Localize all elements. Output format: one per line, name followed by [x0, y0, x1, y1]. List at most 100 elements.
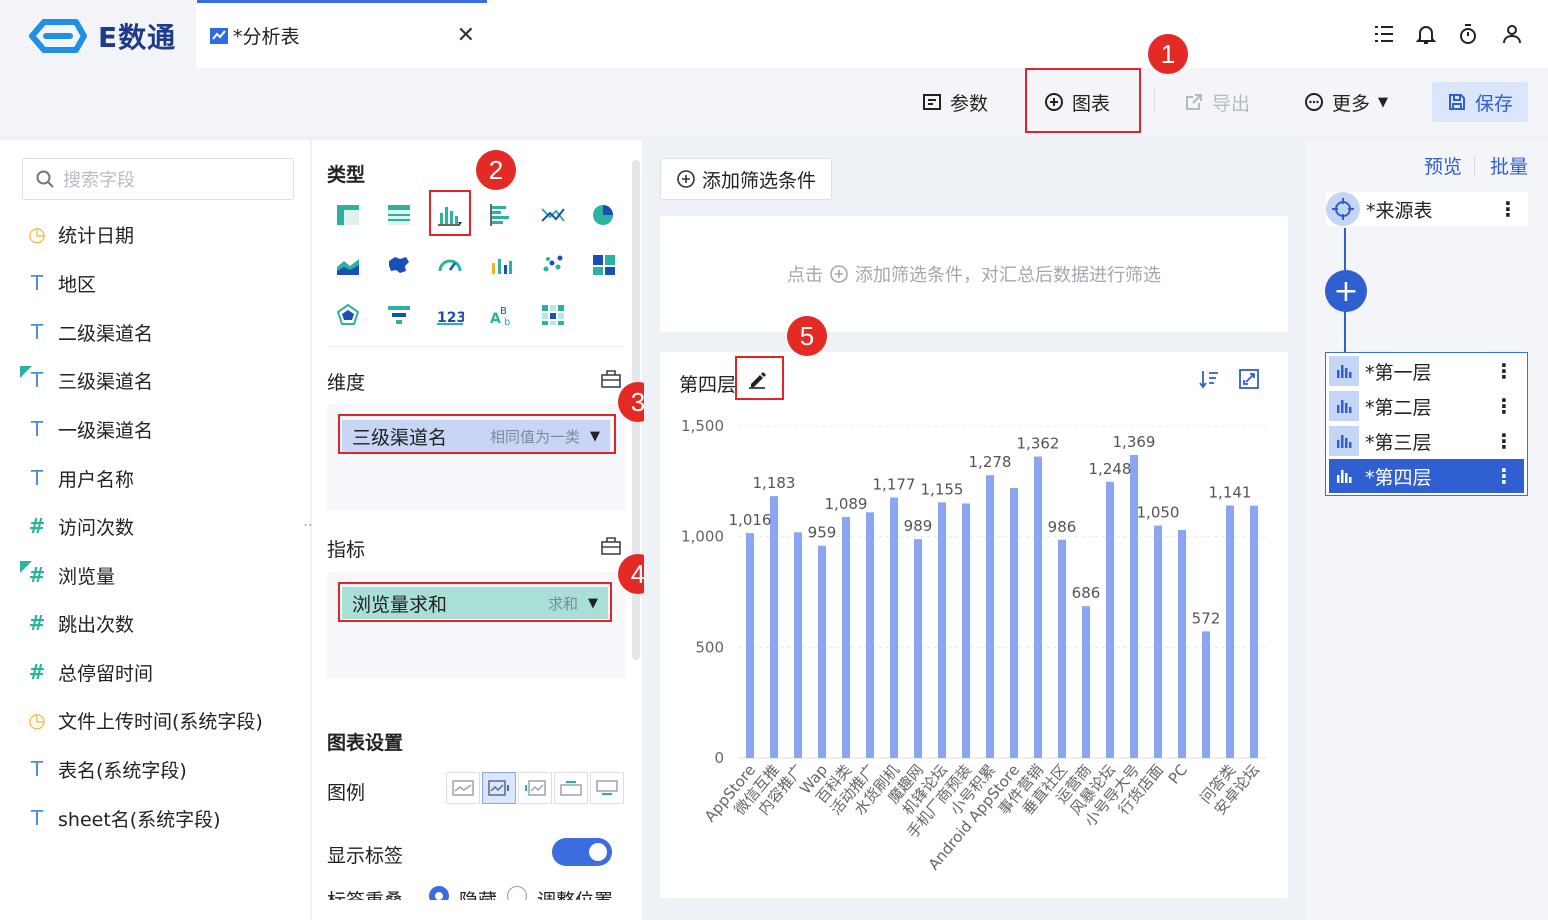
- sort-icon[interactable]: [1198, 368, 1220, 390]
- overlap-radio-hide[interactable]: [429, 886, 450, 900]
- tab-analysis[interactable]: *分析表 ✕: [197, 0, 487, 68]
- chart-bar[interactable]: [1130, 454, 1138, 758]
- horizontal-bar-icon[interactable]: [487, 200, 517, 230]
- gauge-chart-icon[interactable]: [435, 250, 465, 280]
- close-icon[interactable]: ✕: [457, 23, 475, 48]
- add-layer-button[interactable]: +: [1325, 270, 1367, 312]
- kpi-number-icon[interactable]: 123: [435, 300, 465, 330]
- chart-bar[interactable]: [842, 516, 850, 758]
- field-item[interactable]: ◷ 统计日期: [26, 219, 134, 249]
- logo-text: E数通: [98, 21, 177, 54]
- chart-bar[interactable]: [794, 532, 802, 758]
- field-item[interactable]: ◷ 文件上传时间(系统字段): [26, 705, 263, 735]
- chart-bar[interactable]: [1058, 539, 1066, 758]
- clear-dimension-icon[interactable]: [600, 368, 622, 390]
- legend-left-icon[interactable]: [518, 772, 552, 804]
- search-input[interactable]: 搜索字段: [22, 158, 294, 200]
- chart-bar[interactable]: [770, 496, 778, 758]
- chart-bar[interactable]: [938, 502, 946, 758]
- layer-item[interactable]: *第二层 ⋮: [1329, 389, 1524, 423]
- chart-bar[interactable]: [890, 497, 898, 758]
- layer-item[interactable]: *第三层 ⋮: [1329, 424, 1524, 458]
- funnel-chart-icon[interactable]: [384, 300, 414, 330]
- node-menu-icon[interactable]: ⋮: [1494, 394, 1514, 418]
- field-item[interactable]: T 三级渠道名: [20, 365, 153, 395]
- plus-circle-icon[interactable]: [829, 264, 849, 284]
- node-menu-icon[interactable]: ⋮: [1494, 359, 1514, 383]
- chart-bar[interactable]: [986, 475, 994, 758]
- chart-bar[interactable]: [1034, 456, 1042, 758]
- timer-icon[interactable]: [1456, 22, 1480, 46]
- chart-bar[interactable]: [1202, 631, 1210, 758]
- combo-chart-icon[interactable]: [487, 250, 517, 280]
- chart-bar[interactable]: [746, 533, 754, 758]
- chart-bar[interactable]: [962, 503, 970, 758]
- more-button[interactable]: 更多 ▼: [1304, 86, 1388, 118]
- legend-right-icon[interactable]: [482, 772, 516, 804]
- params-button[interactable]: 参数: [922, 86, 988, 118]
- layer-item[interactable]: *第一层 ⋮: [1329, 354, 1524, 388]
- chart-bar[interactable]: [1178, 530, 1186, 758]
- field-item[interactable]: Tsheet名(系统字段): [26, 803, 221, 833]
- show-labels-toggle[interactable]: [552, 838, 612, 866]
- save-button[interactable]: 保存: [1432, 82, 1528, 122]
- overlap-radio-adjust[interactable]: [507, 886, 528, 900]
- legend-bottom-icon[interactable]: [590, 772, 624, 804]
- batch-link[interactable]: 批量: [1490, 152, 1528, 179]
- app-logo[interactable]: E数通: [24, 12, 194, 60]
- chart-bar[interactable]: [914, 539, 922, 758]
- chart-bar[interactable]: [818, 545, 826, 758]
- line-chart-icon[interactable]: [538, 200, 568, 230]
- text-type-icon: T: [30, 417, 44, 441]
- node-menu-icon[interactable]: ⋮: [1494, 429, 1514, 453]
- clear-metric-icon[interactable]: [600, 535, 622, 557]
- legend-top-icon[interactable]: [554, 772, 588, 804]
- add-filter-button[interactable]: 添加筛选条件: [660, 158, 832, 200]
- number-type-icon: #: [20, 561, 48, 587]
- table-cross-icon[interactable]: [384, 200, 414, 230]
- table-detail-icon[interactable]: [333, 200, 363, 230]
- export-button[interactable]: 导出: [1184, 86, 1250, 118]
- chart-bar[interactable]: [1082, 606, 1090, 758]
- user-icon[interactable]: [1500, 22, 1524, 46]
- y-tick-label: 500: [695, 638, 724, 656]
- scatter-chart-icon[interactable]: [538, 250, 568, 280]
- word-cloud-icon[interactable]: ABb: [487, 300, 517, 330]
- source-table-node[interactable]: *来源表 ⋮: [1326, 192, 1528, 226]
- field-item[interactable]: T 用户名称: [26, 463, 134, 493]
- bell-icon[interactable]: [1414, 22, 1438, 46]
- chart-bar[interactable]: [1226, 505, 1234, 758]
- text-type-icon: T: [30, 466, 44, 490]
- field-item[interactable]: # 浏览量: [20, 560, 115, 590]
- bar-value-label: 1,278: [969, 453, 1012, 471]
- node-menu-icon[interactable]: ⋮: [1498, 197, 1518, 221]
- field-item[interactable]: # 总停留时间: [26, 657, 153, 687]
- chart-bar[interactable]: [1106, 481, 1114, 758]
- preview-link[interactable]: 预览: [1424, 152, 1462, 179]
- map-chart-icon[interactable]: [384, 250, 414, 280]
- radar-chart-icon[interactable]: [333, 300, 363, 330]
- dimension-label: 维度: [327, 372, 366, 394]
- chart-bar[interactable]: [1010, 487, 1018, 758]
- area-chart-icon[interactable]: [333, 250, 363, 280]
- bar-value-label: 959: [808, 524, 837, 542]
- chart-bar[interactable]: [866, 512, 874, 758]
- field-item[interactable]: T 表名(系统字段): [26, 754, 187, 784]
- field-item[interactable]: # 访问次数: [26, 511, 134, 541]
- field-item[interactable]: T 地区: [26, 268, 96, 298]
- field-item[interactable]: T 二级渠道名: [26, 317, 153, 347]
- heatmap-chart-icon[interactable]: [538, 300, 568, 330]
- layer-item[interactable]: *第四层 ⋮: [1329, 459, 1524, 493]
- number-type-icon: #: [28, 660, 46, 684]
- fullscreen-icon[interactable]: [1238, 368, 1260, 390]
- date-type-icon: ◷: [28, 708, 46, 732]
- node-menu-icon[interactable]: ⋮: [1494, 464, 1514, 488]
- field-item[interactable]: T 一级渠道名: [26, 414, 153, 444]
- task-list-icon[interactable]: [1372, 22, 1396, 46]
- chart-bar[interactable]: [1250, 505, 1258, 758]
- field-item[interactable]: # 跳出次数: [26, 608, 134, 638]
- legend-none-icon[interactable]: [446, 772, 480, 804]
- pie-chart-icon[interactable]: [589, 200, 619, 230]
- treemap-chart-icon[interactable]: [589, 250, 619, 280]
- chart-bar[interactable]: [1154, 525, 1162, 758]
